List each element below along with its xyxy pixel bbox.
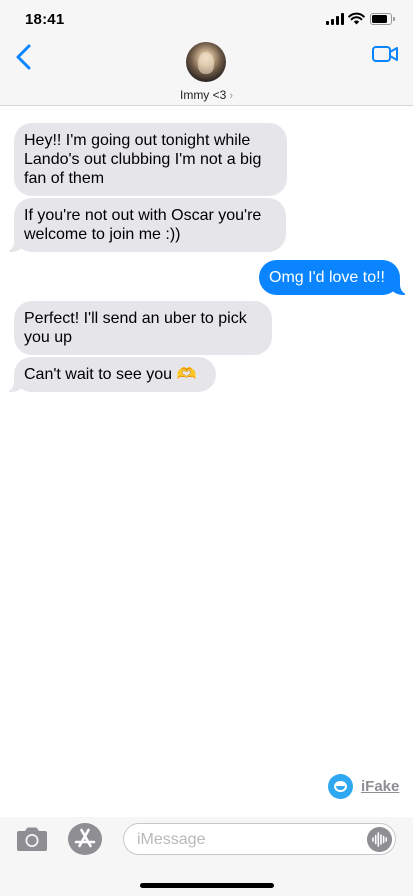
message-thread[interactable]: Hey!! I'm going out tonight while Lando'… — [0, 106, 413, 806]
conversation-header: Immy <3 › — [0, 40, 413, 106]
ifake-logo-icon — [328, 773, 353, 799]
incoming-message-bubble[interactable]: Perfect! I'll send an uber to pick you u… — [14, 301, 272, 355]
message-text: Omg I'd love to!! — [269, 269, 385, 286]
imessage-input[interactable]: iMessage — [123, 823, 396, 855]
cellular-signal-icon — [326, 13, 344, 25]
contact-name-button[interactable]: Immy <3 › — [0, 88, 413, 102]
contact-avatar[interactable] — [186, 42, 226, 82]
watermark-label: iFake — [361, 777, 400, 795]
incoming-message-bubble[interactable]: Hey!! I'm going out tonight while Lando'… — [14, 123, 287, 196]
incoming-message-bubble[interactable]: Can't wait to see you 🫶 — [4, 357, 216, 392]
chevron-left-icon[interactable] — [10, 42, 38, 72]
camera-icon[interactable] — [15, 826, 49, 852]
input-placeholder: iMessage — [137, 831, 206, 848]
message-text: If you're not out with Oscar you're welc… — [24, 207, 262, 243]
message-input-bar: iMessage — [0, 817, 413, 896]
chevron-right-icon: › — [229, 90, 233, 102]
incoming-message-bubble[interactable]: If you're not out with Oscar you're welc… — [4, 198, 286, 252]
contact-name: Immy <3 — [179, 88, 227, 102]
audio-waveform-icon[interactable] — [367, 827, 392, 852]
battery-icon — [370, 13, 395, 25]
status-bar: 18:41 — [0, 0, 413, 40]
app-store-icon[interactable] — [67, 822, 103, 856]
status-time: 18:41 — [25, 11, 65, 28]
message-text: Can't wait to see you 🫶 — [24, 366, 197, 383]
wifi-icon — [348, 12, 365, 25]
home-indicator[interactable] — [140, 883, 274, 888]
outgoing-message-bubble[interactable]: Omg I'd love to!! — [259, 260, 410, 295]
message-text: Perfect! I'll send an uber to pick you u… — [24, 310, 247, 346]
video-camera-icon[interactable] — [370, 42, 400, 66]
message-text: Hey!! I'm going out tonight while Lando'… — [24, 132, 262, 187]
ifake-watermark[interactable]: iFake — [328, 773, 399, 799]
